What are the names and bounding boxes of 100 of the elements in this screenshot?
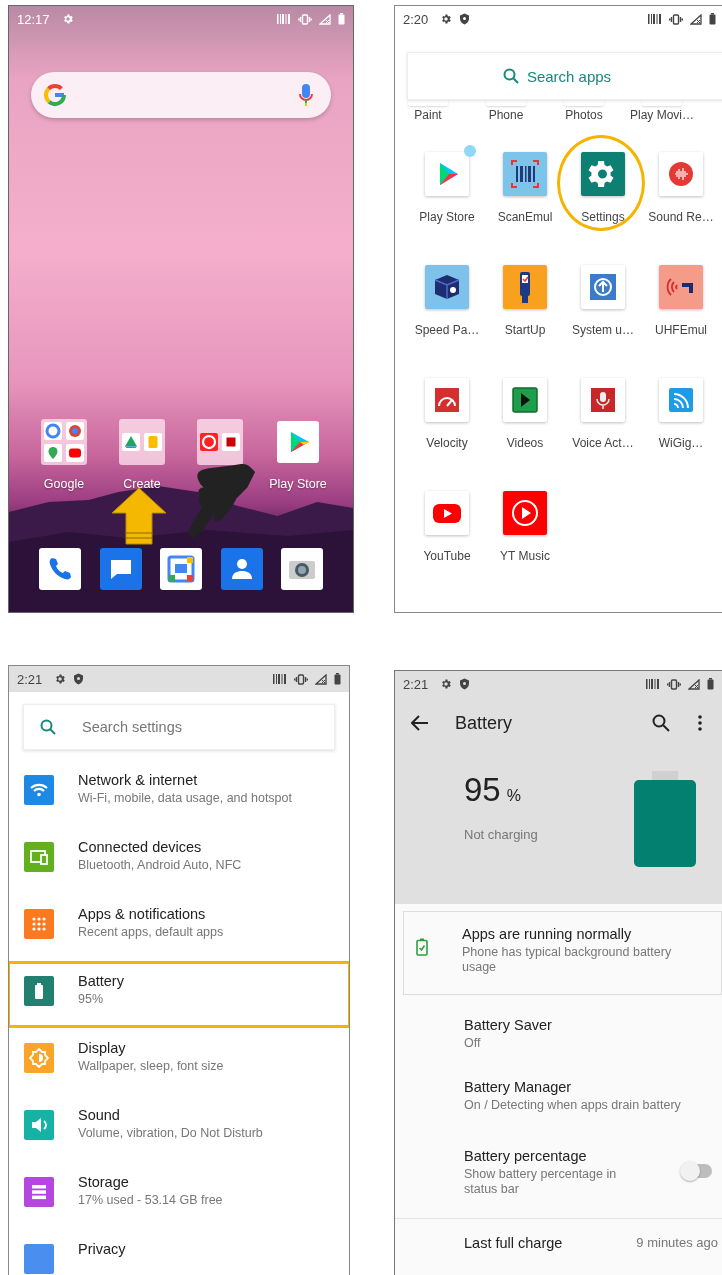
battery-level-icon (634, 771, 696, 867)
up-arrow-icon (111, 487, 167, 545)
app-label[interactable]: UHFEmul (655, 323, 707, 338)
screen-title: Battery (455, 712, 514, 734)
calendar-icon[interactable] (160, 548, 202, 590)
settings-item[interactable]: Storage 17% used - 53.14 GB free (9, 1162, 349, 1229)
app-label[interactable]: Sound Re… (648, 210, 714, 225)
app-label[interactable]: WiGig… (658, 436, 704, 451)
settings-item[interactable]: Connected devices Bluetooth, Android Auto, NFC (9, 827, 349, 894)
item-title: Network & internet (78, 772, 199, 788)
rfid-signal-icon[interactable] (659, 265, 703, 309)
battery-setting-item[interactable]: Last full charge 9 minutes ago (395, 1218, 722, 1275)
app-label[interactable]: Voice Act… (572, 436, 634, 451)
handheld-device-icon[interactable] (503, 265, 547, 309)
settings-item[interactable]: Privacy (9, 1229, 349, 1275)
status-time: 2:21 (17, 671, 43, 687)
search-bar[interactable] (31, 72, 331, 118)
more-icon[interactable] (698, 715, 702, 731)
battery-setting-item[interactable]: Battery Manager On / Detecting when apps drain battery (395, 1065, 722, 1134)
item-title: Display (78, 1040, 127, 1056)
app-label[interactable]: ScanEmul (497, 210, 553, 225)
gear-icon (61, 13, 74, 25)
app-label[interactable]: Play Movi… (630, 108, 694, 123)
search-icon[interactable] (652, 714, 670, 732)
battery-icon (707, 678, 714, 690)
item-summary: Wi-Fi, mobile, data usage, and hotspot (78, 791, 292, 805)
toggle-switch[interactable] (682, 1164, 712, 1178)
battery-icon (338, 13, 345, 25)
status-time: 2:21 (403, 676, 429, 692)
app-label: Play Store (269, 477, 327, 492)
folder-icon[interactable] (197, 419, 243, 465)
vibrate-icon (669, 13, 683, 25)
settings-item[interactable]: Display Wallpaper, sleep, font size (9, 1028, 349, 1095)
barcode-scanner-icon[interactable] (503, 152, 547, 196)
item-value: 9 minutes ago (636, 1235, 718, 1250)
search-placeholder: Search apps (526, 67, 612, 85)
settings-item[interactable]: Network & internet Wi-Fi, mobile, data usage, and hotspot (9, 760, 349, 827)
tip-summary: Phone has typical background battery usage (462, 945, 673, 975)
status-time: 12:17 (17, 11, 50, 27)
settings-item[interactable]: Sound Volume, vibration, Do Not Disturb (9, 1095, 349, 1162)
charging-status: Not charging (464, 827, 538, 842)
battery-tip-card[interactable]: Apps are running normally Phone has typical background battery usage (403, 911, 722, 995)
app-label[interactable]: Videos (506, 436, 544, 451)
app-label[interactable]: Photos (565, 108, 603, 123)
barcode-icon (646, 679, 660, 689)
app-label: Create (123, 477, 161, 492)
item-summary: Bluetooth, Android Auto, NFC (78, 858, 242, 872)
search-icon (502, 68, 519, 84)
shield-icon (459, 678, 471, 690)
app-label[interactable]: Settings (581, 210, 625, 225)
gear-icon[interactable] (581, 152, 625, 196)
barcode-icon (273, 674, 287, 684)
battery-icon (709, 13, 716, 25)
search-settings-field[interactable]: Search settings (23, 704, 335, 750)
battery-icon (334, 673, 341, 685)
item-title: Battery Manager (464, 1079, 573, 1095)
item-title: Connected devices (78, 839, 203, 855)
vibrate-icon (667, 678, 681, 690)
shield-icon (73, 673, 85, 685)
app-label[interactable]: YouTube (423, 549, 471, 564)
settings-item[interactable]: Apps & notifications Recent apps, default apps (9, 894, 349, 961)
settings-item[interactable]: Battery 95% (9, 961, 349, 1028)
app-label[interactable]: YT Music (500, 549, 550, 564)
item-summary: On / Detecting when apps drain battery (464, 1098, 681, 1113)
item-summary: Off (464, 1036, 482, 1051)
item-title: Apps & notifications (78, 906, 207, 922)
percent-unit: % (506, 787, 521, 805)
signal-icon (319, 13, 331, 25)
contacts-icon[interactable] (220, 548, 263, 590)
camera-icon[interactable] (281, 548, 323, 590)
vibrate-icon (298, 13, 312, 25)
app-label[interactable]: StartUp (504, 323, 546, 338)
item-title: Battery (78, 973, 124, 989)
app-label[interactable]: Play Store (419, 210, 475, 225)
item-title: Last full charge (464, 1235, 563, 1251)
item-summary: 17% used - 53.14 GB free (78, 1193, 223, 1207)
package-icon[interactable] (425, 265, 469, 309)
battery-setting-item[interactable]: Battery Saver Off (395, 995, 722, 1065)
phone-icon[interactable] (39, 548, 81, 590)
item-title: Privacy (78, 1241, 126, 1257)
search-placeholder: Search settings (82, 719, 182, 735)
mic-icon[interactable] (299, 83, 313, 107)
app-label[interactable]: Velocity (426, 436, 468, 451)
battery-setting-item[interactable]: Battery percentage Show battery percentage in status bar (395, 1134, 722, 1218)
item-title: Battery Saver (464, 1017, 552, 1033)
search-apps-field[interactable]: Search apps (407, 52, 722, 100)
item-title: Storage (78, 1174, 130, 1190)
item-title: Battery percentage (464, 1148, 588, 1164)
signal-icon (688, 678, 700, 690)
app-label[interactable]: Speed Pa… (414, 323, 480, 338)
back-icon[interactable] (411, 715, 429, 731)
folder-icon[interactable] (41, 419, 87, 465)
app-label[interactable]: System u… (572, 323, 634, 338)
status-time: 2:20 (403, 11, 429, 27)
app-label[interactable]: Paint (414, 108, 442, 123)
app-label[interactable]: Phone (488, 108, 524, 123)
battery-percent: 95 (464, 771, 501, 809)
folder-icon[interactable] (119, 419, 165, 465)
item-title: Sound (78, 1107, 121, 1123)
message-icon[interactable] (99, 548, 142, 590)
